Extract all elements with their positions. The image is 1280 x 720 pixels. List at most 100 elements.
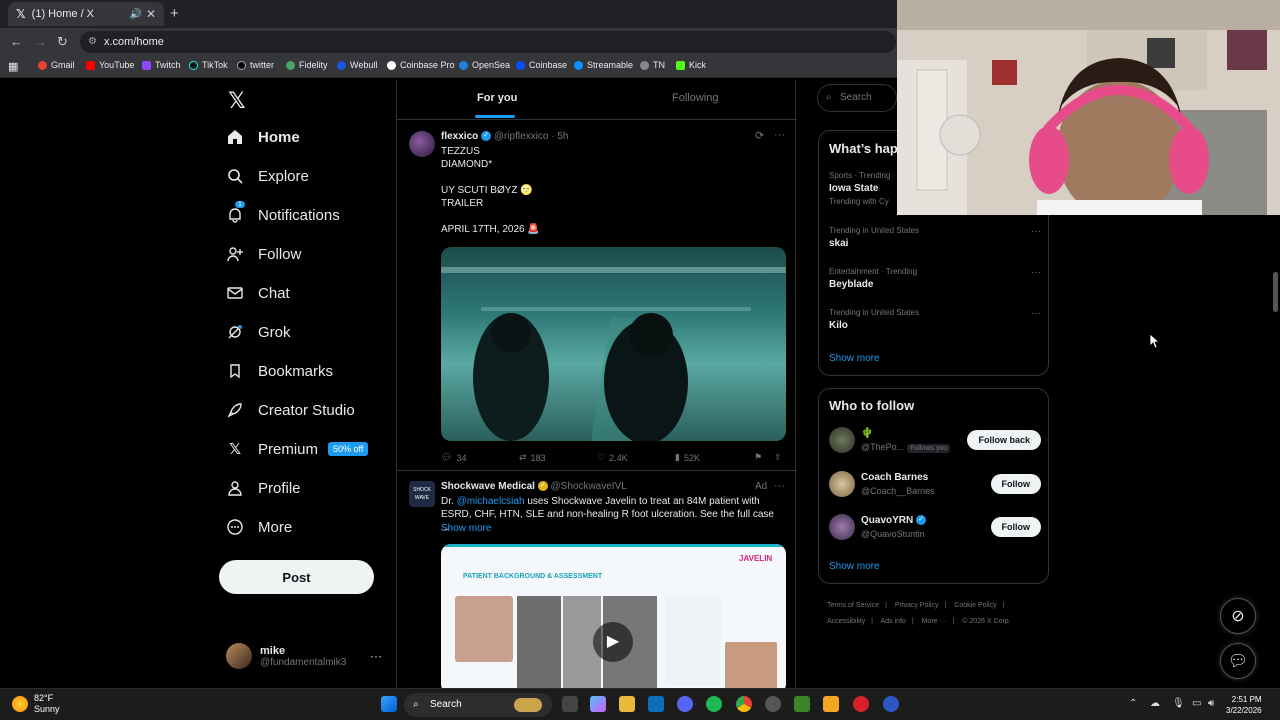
- follow-suggestion[interactable]: QuavoYRN ✓ @QuavoStuntin Follow: [829, 514, 1041, 542]
- trend-item[interactable]: Entertainment · Trending Beyblade ···: [829, 267, 1041, 290]
- more-icon[interactable]: ···: [774, 480, 785, 492]
- tweet-time[interactable]: · 5h: [551, 131, 568, 142]
- repost-button[interactable]: ⇄ 183: [519, 452, 546, 463]
- nav-more[interactable]: More: [226, 518, 292, 536]
- bookmark-webull[interactable]: Webull: [337, 60, 377, 70]
- nav-follow[interactable]: Follow: [226, 245, 301, 263]
- tweet[interactable]: flexxico ✓ @ripflexxico · 5h ⟳ ··· TEZZU…: [397, 121, 797, 471]
- taskbar-search[interactable]: ⌕ Search: [404, 693, 552, 717]
- footer-link[interactable]: Cookie Policy: [954, 602, 996, 609]
- grok-fab-icon[interactable]: ⊘: [1220, 598, 1256, 634]
- reply-button[interactable]: 💬︎ 34: [441, 452, 466, 463]
- app-icon[interactable]: [823, 696, 839, 712]
- chrome-icon[interactable]: [736, 696, 752, 712]
- tab-for-you[interactable]: For you: [474, 92, 517, 118]
- bookmark-opensea[interactable]: OpenSea: [459, 60, 510, 70]
- post-button[interactable]: Post: [219, 560, 374, 594]
- tab-following[interactable]: Following: [672, 92, 718, 104]
- account-switcher[interactable]: mike @fundamentalmik3 ···: [226, 643, 382, 669]
- bookmark-twitter[interactable]: twitter: [237, 60, 274, 70]
- file-explorer-icon[interactable]: [619, 696, 635, 712]
- bookmark-tn[interactable]: TN: [640, 60, 665, 70]
- back-icon[interactable]: ←: [10, 34, 23, 49]
- speaker-icon[interactable]: 🔊: [130, 9, 142, 20]
- tweet-ad-media[interactable]: PATIENT BACKGROUND & ASSESSMENT JAVELIN …: [441, 544, 786, 688]
- close-tab-icon[interactable]: ✕: [146, 7, 156, 21]
- suggestion-name[interactable]: 🌵: [861, 428, 873, 439]
- footer-link[interactable]: Accessibility: [827, 618, 865, 625]
- trend-item[interactable]: Trending in United States skai ···: [829, 226, 1041, 249]
- xbox-icon[interactable]: [794, 696, 810, 712]
- bookmark-fidelity[interactable]: Fidelity: [286, 60, 328, 70]
- tweet-author[interactable]: Shockwave Medical: [441, 481, 535, 492]
- discord-icon[interactable]: [677, 696, 693, 712]
- nav-home[interactable]: Home: [226, 128, 300, 146]
- footer-link[interactable]: Privacy Policy: [895, 602, 939, 609]
- more-icon[interactable]: ···: [1031, 267, 1041, 278]
- tweet-ad[interactable]: SHOCK WAVE Shockwave Medical ✓ @Shockwave…: [397, 472, 797, 688]
- tweet-handle[interactable]: @ShockwaveIVL: [551, 481, 627, 492]
- more-icon[interactable]: ···: [774, 129, 785, 141]
- address-bar[interactable]: ⚙ x.com/home: [80, 31, 896, 53]
- reload-icon[interactable]: ↻: [57, 34, 68, 50]
- grok-analyze-icon[interactable]: ⟳: [755, 129, 764, 142]
- bookmark-coinbase-pro[interactable]: Coinbase Pro: [387, 60, 455, 70]
- volume-icon[interactable]: 🔊︎: [1208, 698, 1214, 709]
- avatar[interactable]: [829, 514, 855, 540]
- copilot-icon[interactable]: [590, 696, 606, 712]
- nav-profile[interactable]: Profile: [226, 479, 301, 497]
- nav-creator-studio[interactable]: Creator Studio: [226, 401, 355, 419]
- views-button[interactable]: ▮ 52K: [675, 452, 700, 463]
- site-info-icon[interactable]: ⚙: [88, 31, 97, 53]
- nav-notifications[interactable]: 1 Notifications: [226, 201, 340, 224]
- apps-grid-icon[interactable]: ▦: [8, 60, 18, 73]
- bookmark-streamable[interactable]: Streamable: [574, 60, 633, 70]
- nav-chat[interactable]: Chat: [226, 284, 290, 302]
- follow-suggestion[interactable]: Coach Barnes @Coach__Barnes Follow: [829, 471, 1041, 499]
- weather-widget[interactable]: 82°F Sunny: [12, 693, 60, 715]
- nav-bookmarks[interactable]: Bookmarks: [226, 362, 333, 380]
- search-input[interactable]: ⌕ Search: [817, 84, 897, 112]
- avatar[interactable]: [829, 471, 855, 497]
- footer-link[interactable]: More ···: [922, 618, 947, 625]
- task-view-icon[interactable]: [562, 696, 578, 712]
- bookmark-coinbase[interactable]: Coinbase: [516, 60, 567, 70]
- share-button[interactable]: ⇪: [774, 452, 782, 463]
- spotify-icon[interactable]: [706, 696, 722, 712]
- tweet-avatar[interactable]: [409, 131, 435, 157]
- more-icon[interactable]: ···: [1031, 226, 1041, 237]
- zoom-icon[interactable]: [883, 696, 899, 712]
- more-icon[interactable]: ···: [1031, 308, 1041, 319]
- nav-grok[interactable]: Grok: [226, 323, 291, 341]
- opera-icon[interactable]: [853, 696, 869, 712]
- mic-icon[interactable]: 🎙︎: [1172, 698, 1185, 709]
- windows-start-icon[interactable]: [381, 696, 397, 712]
- show-more-link[interactable]: Show more: [829, 353, 880, 364]
- display-icon[interactable]: ▭: [1192, 698, 1201, 709]
- play-icon[interactable]: ▶: [593, 622, 633, 662]
- avatar[interactable]: [829, 427, 855, 453]
- suggestion-name[interactable]: Coach Barnes: [861, 472, 928, 483]
- bookmark-youtube[interactable]: YouTube: [86, 60, 134, 70]
- browser-tab[interactable]: 𝕏 (1) Home / X 🔊 ✕: [8, 2, 164, 26]
- x-logo-icon[interactable]: 𝕏: [228, 88, 246, 114]
- network-icon[interactable]: ☁: [1150, 698, 1160, 709]
- bookmark-tiktok[interactable]: TikTok: [189, 60, 228, 70]
- mention-link[interactable]: @michaelcsiah: [457, 496, 525, 507]
- chat-fab-icon[interactable]: 💬︎: [1220, 643, 1256, 679]
- follow-button[interactable]: Follow: [990, 517, 1041, 537]
- nav-explore[interactable]: Explore: [226, 167, 309, 185]
- tweet-avatar[interactable]: SHOCK WAVE: [409, 481, 435, 507]
- tweet-handle[interactable]: @ripflexxico: [494, 131, 549, 142]
- like-button[interactable]: ♡ 2.4K: [597, 452, 628, 463]
- footer-link[interactable]: Ads info: [881, 618, 906, 625]
- nav-premium[interactable]: 𝕏 Premium 50% off: [226, 440, 369, 458]
- bookmark-button[interactable]: ⚑: [754, 452, 762, 463]
- tray-chevron-icon[interactable]: ⌃: [1129, 698, 1137, 709]
- trend-item[interactable]: Trending in United States Kilo ···: [829, 308, 1041, 331]
- follow-back-button[interactable]: Follow back: [967, 430, 1041, 450]
- steam-icon[interactable]: [765, 696, 781, 712]
- taskbar-clock[interactable]: 2:51 PM 3/22/2026: [1226, 694, 1262, 716]
- follow-button[interactable]: Follow: [990, 474, 1041, 494]
- tweet-video[interactable]: [441, 247, 786, 441]
